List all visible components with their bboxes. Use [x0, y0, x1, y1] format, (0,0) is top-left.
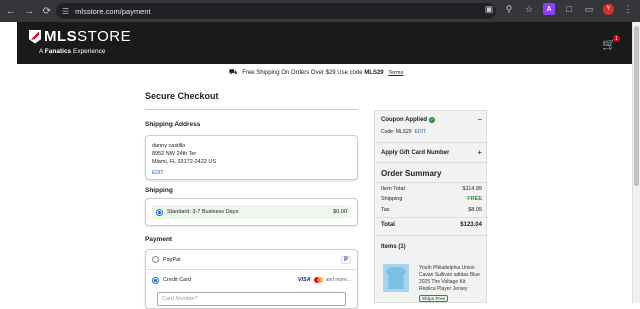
shipping-method-card: Standard: 3-7 Business Days $0.00 — [145, 198, 358, 226]
mastercard-logo-icon — [313, 277, 323, 283]
summary-row-total: Total $123.04 — [381, 222, 482, 228]
scrollbar-thumb[interactable] — [634, 26, 639, 186]
order-summary-title: Order Summary — [381, 169, 442, 178]
site-info-icon[interactable]: ☰ — [62, 7, 69, 16]
divider — [145, 109, 358, 110]
promo-text: Free Shipping On Orders Over $29 Use cod… — [242, 70, 363, 76]
divider — [375, 162, 488, 163]
promo-code: MLS29 — [364, 70, 384, 76]
mls-shield-icon — [29, 29, 41, 44]
shipping-option-price: $0.00 — [333, 209, 347, 215]
summary-row-item-total: Item Total $114.99 — [381, 186, 482, 192]
paypal-radio[interactable] — [152, 256, 159, 263]
browser-menu-icon[interactable]: ⋮ — [622, 3, 634, 15]
reload-icon[interactable]: ⟳ — [40, 4, 54, 18]
shipping-option-label: Standard: 3-7 Business Days — [167, 209, 239, 215]
address-line1: 8952 NW 24th Ter — [152, 151, 197, 157]
check-icon: ✓ — [429, 116, 436, 123]
page-scrollbar[interactable] — [632, 22, 640, 303]
extensions-puzzle-icon[interactable]: □ — [563, 3, 575, 15]
shipping-address-card: danny castillo 8952 NW 24th Ter Miami, F… — [145, 135, 358, 180]
side-panel-icon[interactable]: ▭ — [583, 3, 595, 15]
coupon-applied-label: Coupon Applied — [381, 116, 428, 123]
zoom-icon[interactable]: ⚲ — [503, 3, 515, 15]
shipping-radio[interactable] — [156, 208, 163, 216]
edit-address-link[interactable]: EDIT — [152, 169, 351, 177]
paypal-label: PayPal — [163, 256, 181, 263]
coupon-code: Code: MLS29 — [381, 129, 412, 135]
gift-card-toggle[interactable]: Apply Gift Card Number + — [381, 148, 482, 157]
promo-banner: ⛟ Free Shipping On Orders Over $29 Use c… — [0, 68, 632, 77]
shipping-heading: Shipping — [145, 187, 173, 194]
bookmark-star-icon[interactable]: ☆ — [523, 3, 535, 15]
mls-store-logo[interactable]: MLSSTORE — [29, 28, 131, 45]
visa-logo-icon: VISA — [297, 277, 311, 283]
address-line2: Miami, FL 33172-2422 US — [152, 159, 216, 165]
shipping-address-heading: Shipping Address — [145, 121, 201, 128]
divider — [375, 142, 488, 143]
expand-plus-icon[interactable]: + — [477, 148, 482, 157]
logo-text-bold: MLS — [44, 28, 78, 45]
paypal-logo-icon: P — [340, 255, 351, 264]
shipping-option-standard[interactable]: Standard: 3-7 Business Days $0.00 — [152, 205, 351, 219]
extension-icon[interactable]: A — [543, 3, 555, 15]
product-name[interactable]: Youth Philadelphia Union Cavan Sullivan … — [419, 265, 483, 293]
page-title: Secure Checkout — [145, 91, 219, 101]
address-name: danny castillo — [152, 143, 186, 149]
card-number-input[interactable]: Card Number* — [157, 292, 346, 306]
summary-row-tax: Tax $8.05 — [381, 207, 482, 213]
browser-toolbar: ← → ⟳ ☰ mlsstore.com/payment ▣ ⚲ ☆ A □ ▭… — [0, 0, 640, 22]
address-bar[interactable]: ☰ mlsstore.com/payment — [56, 3, 496, 19]
more-cards-text: and more... — [325, 277, 351, 283]
payment-option-paypal[interactable]: PayPal P — [146, 250, 357, 270]
product-jersey-image[interactable] — [383, 264, 409, 292]
payment-card: PayPal P Credit Card VISA and more... Ca… — [145, 249, 358, 309]
forward-icon[interactable]: → — [22, 4, 36, 18]
logo-text-light: STORE — [77, 28, 132, 45]
terms-link[interactable]: Terms — [388, 70, 403, 76]
payment-option-credit-card[interactable]: Credit Card VISA and more... — [146, 270, 357, 290]
collapse-coupon-icon[interactable]: − — [477, 115, 482, 124]
divider — [375, 217, 488, 218]
items-heading: Items (1) — [381, 244, 406, 250]
credit-card-radio[interactable] — [152, 276, 159, 284]
summary-row-shipping: Shipping FREE — [381, 196, 482, 202]
cart-count-badge: 1 — [613, 35, 620, 42]
back-icon[interactable]: ← — [4, 4, 18, 18]
url-text[interactable]: mlsstore.com/payment — [75, 7, 150, 16]
truck-icon: ⛟ — [228, 69, 238, 76]
divider — [375, 182, 488, 183]
credit-card-label: Credit Card — [163, 277, 192, 283]
ships-free-badge: Ships Free — [419, 295, 449, 302]
order-summary-panel: Coupon Applied ✓ − Code: MLS29 EDIT Appl… — [374, 110, 488, 303]
edit-coupon-link[interactable]: EDIT — [415, 129, 426, 135]
gift-card-label: Apply Gift Card Number — [381, 149, 450, 156]
cart-button[interactable]: 🛒 1 — [602, 35, 620, 51]
payment-heading: Payment — [145, 236, 173, 243]
profile-avatar[interactable]: Y — [603, 3, 614, 15]
translate-icon[interactable]: ▣ — [483, 3, 495, 15]
site-header: MLSSTORE A Fanatics Experience 🛒 1 — [17, 22, 632, 64]
divider — [375, 235, 488, 236]
logo-tagline: A Fanatics Experience — [39, 48, 106, 55]
